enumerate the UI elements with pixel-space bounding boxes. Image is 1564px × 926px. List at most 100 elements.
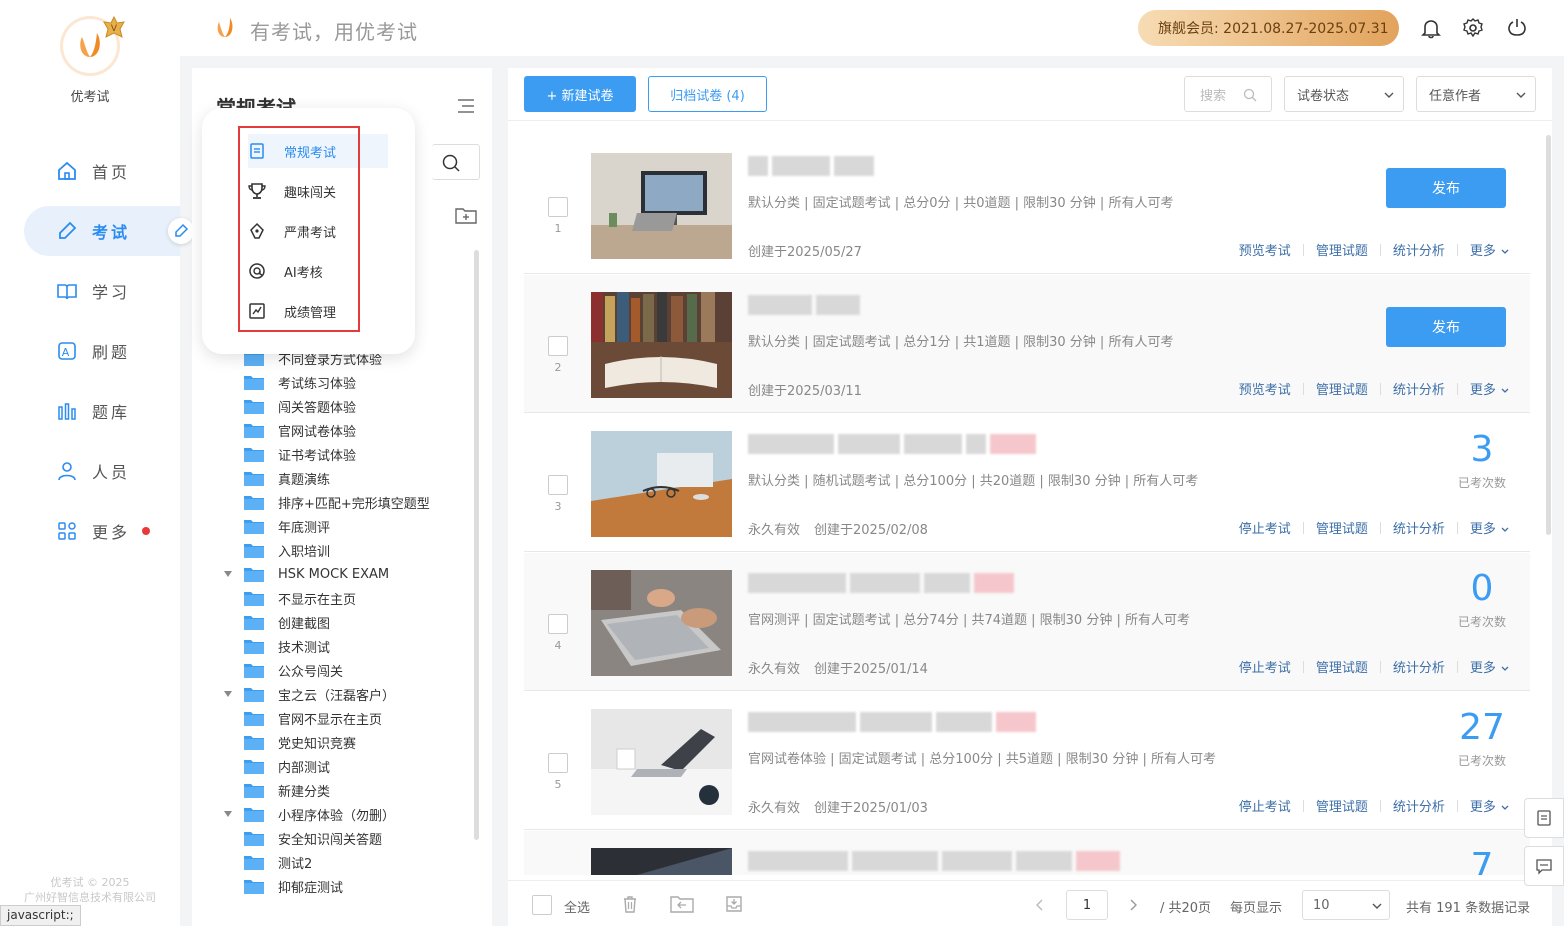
manage-questions-link[interactable]: 管理试题 bbox=[1316, 518, 1368, 537]
tree-item[interactable]: 新建分类 bbox=[220, 778, 480, 802]
caret-down-icon[interactable] bbox=[220, 806, 236, 822]
statistics-link[interactable]: 统计分析 bbox=[1393, 518, 1445, 537]
move-folder-icon[interactable] bbox=[670, 894, 694, 914]
more-actions-link[interactable]: 更多 bbox=[1470, 379, 1510, 398]
exam-card[interactable]: 2 默认分类 | 固定试题考试 | 总分1分 | 共1道题 | 限制30 分钟 |… bbox=[524, 275, 1530, 413]
bell-icon[interactable] bbox=[1420, 17, 1442, 39]
add-folder-icon[interactable] bbox=[455, 206, 477, 224]
tree-item[interactable]: 安全知识闯关答题 bbox=[220, 826, 480, 850]
archived-exams-button[interactable]: 归档试卷 (4) bbox=[648, 76, 767, 112]
page-size-select[interactable]: 10 bbox=[1302, 890, 1390, 920]
tree-item[interactable]: 抑郁症测试 bbox=[220, 874, 480, 898]
exam-card[interactable]: 1 默认分类 | 固定试题考试 | 总分0分 | 共0道题 | 限制30 分钟 |… bbox=[524, 136, 1530, 274]
page-number-input[interactable]: 1 bbox=[1066, 890, 1108, 920]
tree-item[interactable]: 官网试卷体验 bbox=[220, 418, 480, 442]
statistics-link[interactable]: 统计分析 bbox=[1393, 240, 1445, 259]
manage-questions-link[interactable]: 管理试题 bbox=[1316, 796, 1368, 815]
tree-item[interactable]: 证书考试体验 bbox=[220, 442, 480, 466]
nav-item-users[interactable]: 人员 bbox=[24, 446, 180, 496]
tree-item[interactable]: 真题演练 bbox=[220, 466, 480, 490]
author-select[interactable]: 任意作者 bbox=[1416, 76, 1536, 112]
exam-card[interactable]: 3 默认分类 | 随机试题考试 | 总分100分 | 共20道题 | 限制30 分… bbox=[524, 414, 1530, 552]
tree-item[interactable]: 小程序体验（勿删） bbox=[220, 802, 480, 826]
exam-title-blurred[interactable] bbox=[748, 156, 874, 178]
exam-thumbnail[interactable] bbox=[591, 709, 732, 815]
float-chat-button[interactable] bbox=[1524, 846, 1564, 886]
tree-item[interactable]: 创建截图 bbox=[220, 610, 480, 634]
tree-item[interactable]: 闯关答题体验 bbox=[220, 394, 480, 418]
tree-item[interactable]: 官网不显示在主页 bbox=[220, 706, 480, 730]
statistics-link[interactable]: 统计分析 bbox=[1393, 379, 1445, 398]
vip-badge[interactable]: 旗舰会员: 2021.08.27-2025.07.31 bbox=[1138, 10, 1399, 46]
tree-item[interactable]: 排序+匹配+完形填空题型 bbox=[220, 490, 480, 514]
exam-thumbnail[interactable] bbox=[591, 431, 732, 537]
tree-item[interactable]: 内部测试 bbox=[220, 754, 480, 778]
nav-item-home[interactable]: 首页 bbox=[24, 146, 180, 196]
category-search-box[interactable] bbox=[432, 144, 480, 180]
publish-button[interactable]: 发布 bbox=[1386, 307, 1506, 347]
manage-questions-link[interactable]: 管理试题 bbox=[1316, 657, 1368, 676]
nav-item-exam[interactable]: 考试 bbox=[24, 206, 180, 256]
gear-icon[interactable] bbox=[1462, 17, 1484, 39]
manage-questions-link[interactable]: 管理试题 bbox=[1316, 240, 1368, 259]
tree-item[interactable]: 宝之云（汪磊客户） bbox=[220, 682, 480, 706]
manage-questions-link[interactable]: 管理试题 bbox=[1316, 379, 1368, 398]
exam-thumbnail[interactable] bbox=[591, 848, 732, 875]
exam-status-select[interactable]: 试卷状态 bbox=[1284, 76, 1404, 112]
exam-search-input[interactable]: 搜索 bbox=[1184, 76, 1272, 112]
nav-item-more[interactable]: 更多 bbox=[24, 506, 180, 556]
exam-card[interactable]: 4 官网测评 | 固定试题考试 | 总分74分 | 共74道题 | 限制30 分钟… bbox=[524, 553, 1530, 691]
exam-primary-action-link[interactable]: 停止考试 bbox=[1239, 657, 1291, 676]
next-page-icon[interactable] bbox=[1127, 898, 1139, 912]
exam-checkbox[interactable] bbox=[548, 753, 568, 773]
exam-checkbox[interactable] bbox=[548, 197, 568, 217]
archive-icon[interactable] bbox=[724, 894, 744, 914]
nav-item-practice[interactable]: A 刷题 bbox=[24, 326, 180, 376]
list-scrollbar[interactable] bbox=[1546, 135, 1551, 535]
statistics-link[interactable]: 统计分析 bbox=[1393, 657, 1445, 676]
exam-checkbox[interactable] bbox=[548, 475, 568, 495]
caret-down-icon[interactable] bbox=[220, 566, 236, 582]
power-icon[interactable] bbox=[1506, 17, 1528, 39]
menu-toggle-icon[interactable] bbox=[456, 98, 476, 114]
tree-item[interactable]: 入职培训 bbox=[220, 538, 480, 562]
exam-title-blurred[interactable] bbox=[748, 434, 1036, 456]
exam-thumbnail[interactable] bbox=[591, 292, 732, 398]
more-actions-link[interactable]: 更多 bbox=[1470, 240, 1510, 259]
tree-item[interactable]: HSK MOCK EXAM bbox=[220, 562, 480, 586]
tree-item[interactable]: 考试练习体验 bbox=[220, 370, 480, 394]
exam-card[interactable]: 5 官网试卷体验 | 固定试题考试 | 总分100分 | 共5道题 | 限制30 … bbox=[524, 692, 1530, 830]
prev-page-icon[interactable] bbox=[1034, 898, 1046, 912]
exam-checkbox[interactable] bbox=[548, 614, 568, 634]
publish-button[interactable]: 发布 bbox=[1386, 168, 1506, 208]
exam-thumbnail[interactable] bbox=[591, 153, 732, 259]
select-all-checkbox[interactable] bbox=[532, 895, 552, 915]
tree-item[interactable]: 党史知识竞赛 bbox=[220, 730, 480, 754]
tree-item[interactable]: 技术测试 bbox=[220, 634, 480, 658]
exam-title-blurred[interactable] bbox=[748, 712, 1036, 734]
tree-item[interactable]: 公众号闯关 bbox=[220, 658, 480, 682]
tree-item[interactable]: 测试2 bbox=[220, 850, 480, 874]
exam-title-blurred[interactable] bbox=[748, 295, 860, 317]
collapse-nav-button[interactable] bbox=[168, 218, 194, 244]
tree-item[interactable]: 不显示在主页 bbox=[220, 586, 480, 610]
exam-primary-action-link[interactable]: 预览考试 bbox=[1239, 379, 1291, 398]
more-actions-link[interactable]: 更多 bbox=[1470, 657, 1510, 676]
nav-item-question-bank[interactable]: 题库 bbox=[24, 386, 180, 436]
tree-item[interactable]: 年底测评 bbox=[220, 514, 480, 538]
new-exam-button[interactable]: + 新建试卷 bbox=[524, 76, 636, 112]
caret-down-icon[interactable] bbox=[220, 686, 236, 702]
tree-scrollbar[interactable] bbox=[474, 250, 479, 840]
float-notes-button[interactable] bbox=[1524, 798, 1564, 838]
more-actions-link[interactable]: 更多 bbox=[1470, 518, 1510, 537]
exam-title-blurred[interactable] bbox=[748, 573, 1014, 595]
more-actions-link[interactable]: 更多 bbox=[1470, 796, 1510, 815]
exam-card[interactable]: 7 bbox=[524, 831, 1530, 875]
exam-primary-action-link[interactable]: 停止考试 bbox=[1239, 518, 1291, 537]
exam-thumbnail[interactable] bbox=[591, 570, 732, 676]
exam-primary-action-link[interactable]: 预览考试 bbox=[1239, 240, 1291, 259]
exam-primary-action-link[interactable]: 停止考试 bbox=[1239, 796, 1291, 815]
exam-title-blurred[interactable] bbox=[748, 851, 1120, 873]
exam-checkbox[interactable] bbox=[548, 336, 568, 356]
trash-icon[interactable] bbox=[620, 894, 640, 914]
